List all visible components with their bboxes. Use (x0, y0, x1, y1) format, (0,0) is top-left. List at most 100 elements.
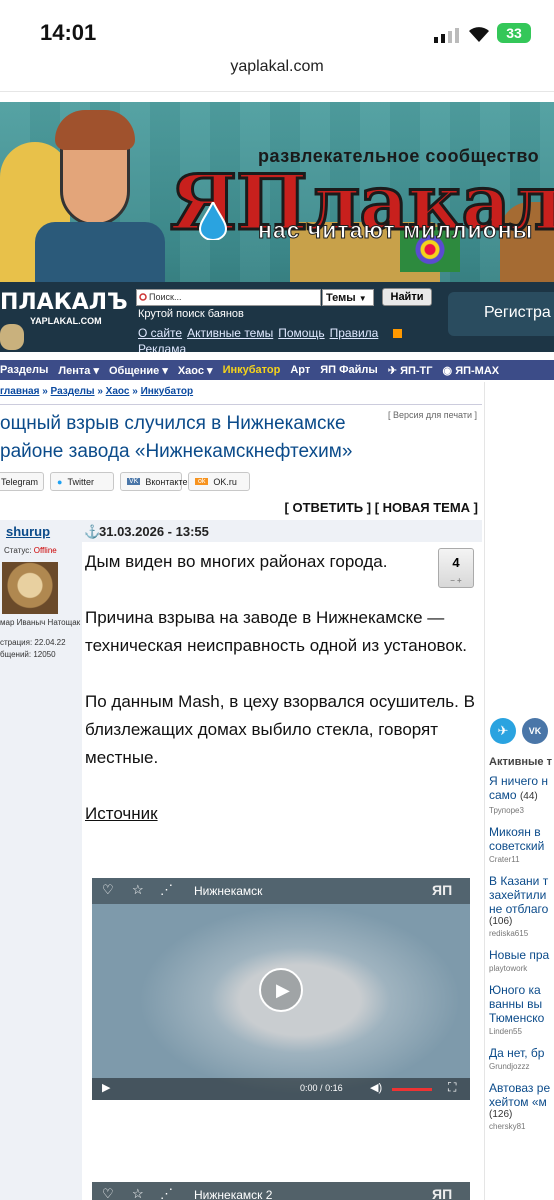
search-button[interactable]: Найти (382, 288, 432, 306)
address-bar[interactable]: yaplakal.com (0, 52, 554, 92)
star-icon[interactable]: ☆ (132, 882, 144, 898)
share-icon[interactable]: ⋰ (160, 1186, 173, 1200)
sidebar-topic[interactable]: Микоян в советский Crater11 (489, 825, 554, 864)
sidebar-topic-title-2[interactable]: хейтом «м (489, 1095, 554, 1109)
sidebar-topic[interactable]: Я ничего н само (44) Трупоре3 (489, 774, 554, 815)
sidebar-topic-title-2[interactable]: советский (489, 839, 554, 853)
sidebar-topic-user[interactable]: Трупоре3 (489, 806, 554, 815)
nav-incubator[interactable]: Инкубатор (223, 364, 281, 376)
nav-chaos[interactable]: Хаос ▾ (178, 364, 213, 377)
sidebar-topic[interactable]: Новые пра playtowork (489, 948, 554, 973)
sidebar-topic-title[interactable]: Новые пра (489, 948, 554, 962)
sidebar-topic-user[interactable]: Grundjozzz (489, 1062, 554, 1071)
battery-icon: 33 (497, 23, 531, 43)
telegram-icon: ✈ (387, 364, 398, 377)
post-author[interactable]: shurup (6, 524, 50, 539)
sidebar-topic-title[interactable]: Микоян в (489, 825, 554, 839)
sidebar-topic[interactable]: Да нет, бр Grundjozzz (489, 1046, 554, 1071)
sidebar-topic-title[interactable]: Я ничего н (489, 774, 554, 788)
video-time-sep: / (320, 1083, 323, 1093)
sidebar-topic-count: (106) (489, 916, 513, 927)
nav-chaos-label: Хаос (177, 364, 204, 377)
nav-tg[interactable]: ✈ ЯП-ТГ (388, 364, 433, 377)
rss-icon[interactable] (393, 329, 403, 338)
play-small-icon[interactable]: ▶ (102, 1081, 110, 1094)
sidebar-topic[interactable]: Юного ка ванны вы Тюменско Linden55 (489, 983, 554, 1036)
search-scope-value: Темы (326, 292, 356, 304)
status-bar: 14:01 33 (0, 0, 554, 52)
reply-new-topic-links[interactable]: [ ОТВЕТИТЬ ] [ НОВАЯ ТЕМА ] (0, 500, 482, 520)
sidebar-topic-title-2[interactable]: ванны вы (489, 997, 554, 1011)
nav-social[interactable]: Общение ▾ (109, 364, 168, 377)
anchor-icon[interactable]: ⚓ (84, 524, 100, 540)
search-hint[interactable]: Крутой поиск баянов (138, 308, 244, 320)
status-row: Статус: Offline (4, 546, 57, 555)
share-ok-button[interactable]: ok OK.ru (188, 472, 250, 491)
telegram-icon[interactable]: ✈ (490, 718, 516, 744)
sidebar-topic-user[interactable]: playtowork (489, 964, 554, 973)
link-help[interactable]: Помощь (278, 326, 324, 340)
play-button[interactable]: ▶ (259, 968, 303, 1012)
print-version-link[interactable]: [ Версия для печати ] (388, 410, 477, 420)
share-icon[interactable]: ⋰ (160, 882, 173, 898)
search-icon (139, 293, 147, 301)
video-player-2[interactable]: ♡ ☆ ⋰ Нижнекамск 2 ЯП (92, 1182, 470, 1200)
sidebar-topic-title-3[interactable]: не отблаго (489, 902, 554, 916)
nav-sections[interactable]: Разделы (0, 364, 48, 376)
author-avatar[interactable] (2, 562, 58, 614)
link-about[interactable]: О сайте (138, 326, 182, 340)
ok-icon: ok (195, 478, 209, 485)
search-placeholder: Поиск... (149, 292, 182, 302)
link-rules[interactable]: Правила (330, 326, 379, 340)
cartoon-man-hair (55, 110, 135, 150)
sidebar-topic-title[interactable]: В Казани т (489, 874, 554, 888)
sidebar-topic-user[interactable]: Crater11 (489, 855, 554, 864)
sidebar-topic[interactable]: В Казани т захейтили не отблаго (106) redisk… (489, 874, 554, 938)
sidebar-topic-title-3[interactable]: Тюменско (489, 1011, 554, 1025)
share-vk-button[interactable]: VK Вконтакте (120, 472, 187, 491)
sidebar-topic[interactable]: Автоваз ре хейтом «м (126) chersky81 (489, 1081, 554, 1131)
vk-icon[interactable]: VK (522, 718, 548, 744)
author-post-count: бщений: 12050 (0, 650, 56, 659)
sidebar-topic-user[interactable]: rediska615 (489, 929, 554, 938)
sidebar-topic-title[interactable]: Юного ка (489, 983, 554, 997)
sidebar-topic-count: (44) (519, 791, 538, 802)
share-twitter-button[interactable]: ● Twitter (50, 472, 114, 491)
volume-icon[interactable]: ◀) (370, 1081, 382, 1094)
sidebar-topic-title-2[interactable]: само (44) (489, 788, 554, 804)
site-logo-small[interactable]: ПЛАКАЛЪ (0, 290, 128, 315)
breadcrumb-sections[interactable]: Разделы (51, 386, 95, 397)
sidebar-topic-title-2[interactable]: захейтили (489, 888, 554, 902)
right-sidebar: ✈ VK Активные т Я ничего н само (44) Трупо… (484, 382, 554, 1200)
sidebar-topic-user[interactable]: chersky81 (489, 1122, 554, 1131)
max-icon: ◉ (442, 364, 453, 377)
breadcrumb-incubator[interactable]: Инкубатор (141, 386, 194, 397)
url-text: yaplakal.com (230, 58, 324, 75)
source-link[interactable]: Источник (85, 800, 480, 828)
share-telegram-label: Telegram (1, 476, 39, 487)
sidebar-topic-title[interactable]: Да нет, бр (489, 1046, 554, 1060)
video-player-1[interactable]: ♡ ☆ ⋰ Нижнекамск ЯП ▶ ▶ 0:00 / 0:16 ◀) ⛶ (92, 878, 470, 1100)
star-icon[interactable]: ☆ (132, 1186, 144, 1200)
signal-icon (434, 28, 459, 43)
heart-icon[interactable]: ♡ (102, 882, 114, 898)
fullscreen-icon[interactable]: ⛶ (448, 1080, 456, 1095)
link-active-topics[interactable]: Активные темы (187, 326, 273, 340)
heart-icon[interactable]: ♡ (102, 1186, 114, 1200)
sidebar-topic-title[interactable]: Автоваз ре (489, 1081, 554, 1095)
breadcrumb-chaos[interactable]: Хаос (106, 386, 130, 397)
nav-art[interactable]: Арт (290, 364, 310, 376)
sidebar-topic-user[interactable]: Linden55 (489, 1027, 554, 1036)
nav-files[interactable]: ЯП Файлы (320, 364, 378, 376)
register-button[interactable]: Регистра (448, 292, 554, 336)
search-input[interactable]: Поиск... (136, 289, 321, 306)
volume-slider[interactable] (392, 1088, 432, 1091)
link-ads[interactable]: Реклама (138, 342, 186, 352)
nav-max[interactable]: ◉ ЯП-MAX (443, 364, 500, 377)
nav-feed[interactable]: Лента ▾ (58, 364, 99, 377)
share-telegram-button[interactable]: Telegram (0, 472, 44, 491)
breadcrumb-home[interactable]: главная (0, 386, 39, 397)
share-ok-label: OK.ru (213, 476, 237, 487)
site-url-small: YAPLAKAL.COM (30, 316, 102, 326)
search-scope-select[interactable]: Темы ▼ (322, 289, 374, 306)
